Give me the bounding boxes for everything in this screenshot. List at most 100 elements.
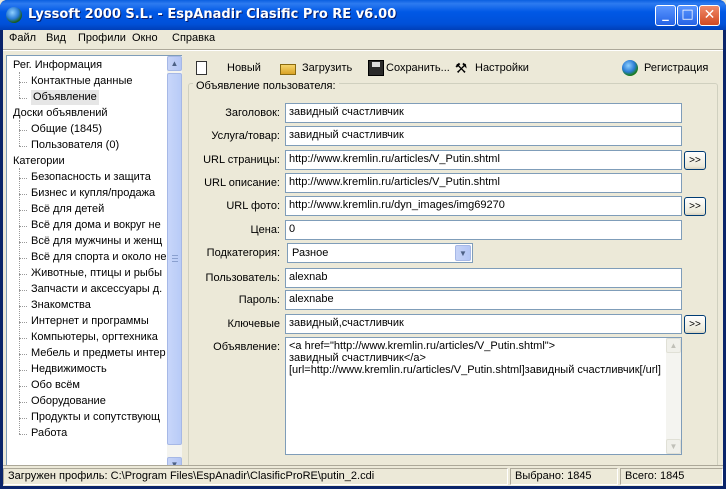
open-folder-icon [280, 64, 296, 75]
ad-line: <a href="http://www.kremlin.ru/articles/… [289, 340, 556, 352]
menu-profiles[interactable]: Профили [78, 32, 126, 44]
tree-connector [19, 226, 27, 227]
ad-textarea[interactable]: <a href="http://www.kremlin.ru/articles/… [285, 337, 682, 455]
app-window: Lyssoft 2000 S.L. - EspAnadir Clasific P… [0, 0, 726, 489]
tree-group[interactable]: Рег. Информация [13, 58, 102, 73]
scroll-up-button[interactable]: ▲ [666, 338, 681, 353]
save-label: Сохранить... [386, 62, 450, 74]
menu-window[interactable]: Окно [132, 32, 158, 44]
tree-item[interactable]: Бизнес и купля/продажа [31, 186, 155, 201]
tree-item[interactable]: Всё для мужчины и женщ [31, 234, 162, 249]
globe-icon [622, 60, 638, 76]
tree-item[interactable]: Всё для спорта и около не [31, 250, 166, 265]
photo-url-label: URL фото: [226, 200, 280, 212]
tree-connector [19, 130, 27, 131]
keywords-go-button[interactable]: >> [684, 315, 706, 334]
settings-button[interactable]: ⚒ Настройки [453, 57, 529, 79]
new-button[interactable]: Новый [196, 57, 261, 79]
menu-file[interactable]: Файл [9, 32, 36, 44]
tree-item[interactable]: Общие (1845) [31, 122, 102, 137]
scroll-down-button[interactable]: ▼ [666, 439, 681, 454]
tree-connector [19, 338, 27, 339]
menu-separator [3, 49, 723, 51]
service-input[interactable]: завидный счастливчик [285, 126, 682, 146]
tree-connector [19, 290, 27, 291]
tree-connector [19, 434, 27, 435]
window-title: Lyssoft 2000 S.L. - EspAnadir Clasific P… [28, 7, 397, 22]
status-bar: Загружен профиль: C:\Program Files\EspAn… [3, 465, 723, 486]
minimize-button[interactable]: _ [655, 5, 676, 26]
status-total: Всего: 1845 [620, 468, 723, 485]
toolbar: Новый Загрузить Сохранить... ⚒ Настройки… [188, 57, 721, 81]
ad-scrollbar[interactable]: ▲ ▼ [666, 338, 681, 454]
load-label: Загрузить [302, 62, 353, 74]
tree-item[interactable]: Знакомства [31, 298, 91, 313]
tree-item[interactable]: Безопасность и защита [31, 170, 151, 185]
tree-connector [19, 194, 27, 195]
tree-item[interactable]: Всё для дома и вокруг не [31, 218, 161, 233]
navigation-tree: Рег. Информация Контактные данные Объявлен… [6, 55, 182, 473]
page-url-go-button[interactable]: >> [684, 151, 706, 170]
load-button[interactable]: Загрузить [280, 57, 352, 79]
user-input[interactable]: alexnab [285, 268, 682, 288]
tree-connector [19, 82, 27, 83]
tree-item[interactable]: Продукты и сопутствующ [31, 410, 160, 425]
tree-scrollbar[interactable]: ▲ ▼ [167, 56, 182, 472]
photo-url-go-button[interactable]: >> [684, 197, 706, 216]
tree-item[interactable]: Животные, птицы и рыбы [31, 266, 162, 281]
subcategory-select[interactable]: Разное ▼ [287, 243, 473, 263]
chevron-down-icon[interactable]: ▼ [455, 245, 471, 261]
ad-text: <a href="http://www.kremlin.ru/articles/… [289, 340, 664, 376]
tree-connector [19, 386, 27, 387]
status-selected: Выбрано: 1845 [510, 468, 618, 485]
tree-item[interactable]: Интернет и программы [31, 314, 149, 329]
title-bar[interactable]: Lyssoft 2000 S.L. - EspAnadir Clasific P… [0, 0, 726, 30]
photo-url-input[interactable]: http://www.kremlin.ru/dyn_images/img6927… [285, 196, 682, 216]
tree-item[interactable]: Объявление [31, 90, 99, 105]
tree-item[interactable]: Работа [31, 426, 67, 441]
new-document-icon [196, 61, 207, 75]
desc-url-input[interactable]: http://www.kremlin.ru/articles/V_Putin.s… [285, 173, 682, 193]
tree-item[interactable]: Недвижимость [31, 362, 107, 377]
menu-help[interactable]: Справка [172, 32, 215, 44]
tree-item[interactable]: Контактные данные [31, 74, 132, 89]
tree-item[interactable]: Оборудование [31, 394, 106, 409]
tree-list: Рег. Информация Контактные данные Объявлен… [7, 56, 167, 472]
ad-line: завидный счастливчик</a> [289, 352, 426, 364]
tree-connector [19, 178, 27, 179]
tools-icon: ⚒ [454, 60, 468, 76]
ad-line: [url=http://www.kremlin.ru/articles/V_Pu… [289, 364, 661, 376]
price-input[interactable]: 0 [285, 220, 682, 240]
password-label: Пароль: [238, 294, 280, 306]
register-button[interactable]: Регистрация [622, 57, 708, 79]
scroll-up-button[interactable]: ▲ [167, 56, 182, 71]
tree-item[interactable]: Мебель и предметы интер [31, 346, 166, 361]
page-url-input[interactable]: http://www.kremlin.ru/articles/V_Putin.s… [285, 150, 682, 170]
tree-item[interactable]: Обо всём [31, 378, 80, 393]
subcategory-label: Подкатегория: [206, 247, 280, 259]
tree-item[interactable]: Компьютеры, оргтехника [31, 330, 158, 345]
scroll-thumb[interactable] [167, 73, 182, 445]
page-url-label: URL страницы: [203, 154, 280, 166]
close-button[interactable]: ✕ [699, 5, 720, 26]
user-label: Пользователь: [205, 272, 280, 284]
tree-connector [19, 72, 20, 98]
tree-connector [19, 258, 27, 259]
keywords-input[interactable]: завидный,счастливчик [285, 314, 682, 334]
tree-item[interactable]: Всё для детей [31, 202, 104, 217]
tree-group[interactable]: Категории [13, 154, 65, 169]
maximize-button[interactable]: □ [677, 5, 698, 26]
save-button[interactable]: Сохранить... [368, 57, 450, 79]
password-input[interactable]: alexnabe [285, 290, 682, 310]
tree-connector [19, 146, 27, 147]
tree-group[interactable]: Доски объявлений [13, 106, 108, 121]
group-title: Объявление пользователя: [193, 80, 339, 92]
keywords-label: Ключевые [227, 318, 280, 330]
title-input[interactable]: завидный счастливчик [285, 103, 682, 123]
status-profile: Загружен профиль: C:\Program Files\EspAn… [3, 468, 508, 485]
tree-connector [19, 354, 27, 355]
tree-item[interactable]: Запчасти и аксессуары д. [31, 282, 162, 297]
tree-connector [19, 370, 27, 371]
tree-item[interactable]: Пользователя (0) [31, 138, 119, 153]
menu-view[interactable]: Вид [46, 32, 66, 44]
